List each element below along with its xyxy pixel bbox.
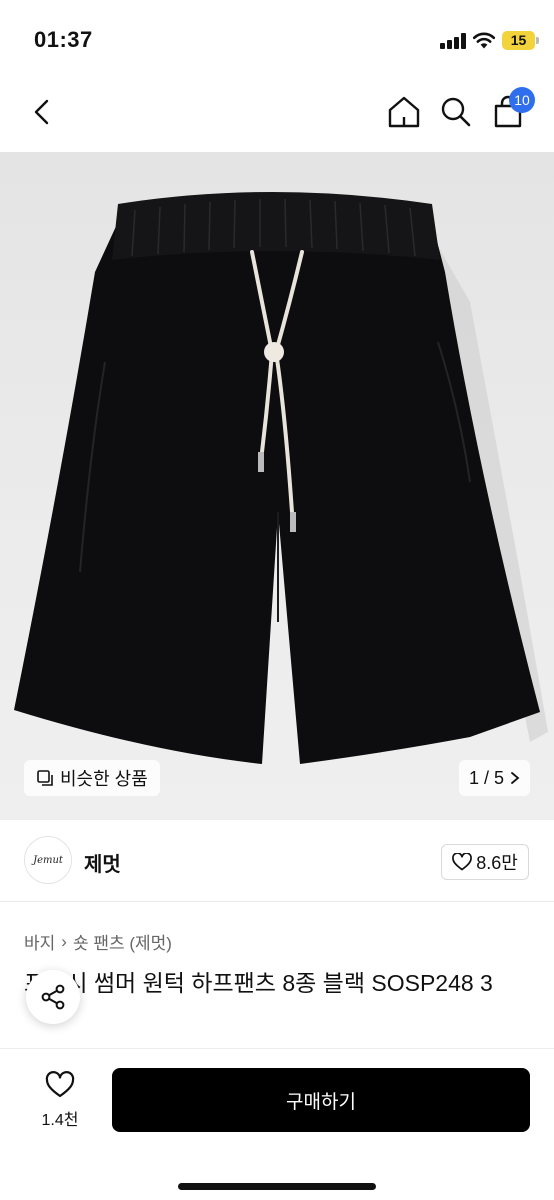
home-button[interactable]: [382, 90, 426, 134]
product-title: 프리시 썸머 원턱 하프팬츠 8종 블랙 SOSP248 3: [24, 970, 493, 996]
brand-like-button[interactable]: 8.6만: [441, 844, 529, 880]
signal-icon: [440, 33, 466, 49]
product-image-carousel[interactable]: 비슷한 상품 1 / 5: [0, 152, 554, 820]
wishlist-button[interactable]: 1.4천: [30, 1071, 90, 1131]
product-image: [14, 192, 548, 764]
cart-button[interactable]: 10: [486, 87, 535, 134]
breadcrumb-separator: ›: [61, 931, 67, 951]
nav-bar: 10: [0, 80, 554, 152]
image-pager[interactable]: 1 / 5: [459, 760, 531, 796]
brand-logo[interactable]: Jemut: [24, 836, 72, 884]
status-bar: 01:37 15: [0, 0, 554, 80]
buy-button[interactable]: 구매하기: [112, 1068, 530, 1132]
home-icon: [388, 96, 420, 128]
breadcrumb-level1[interactable]: 바지: [24, 929, 55, 954]
search-icon: [441, 97, 471, 127]
brand-like-count: 8.6만: [476, 853, 518, 873]
brand-logo-text: Jemut: [33, 854, 63, 866]
heart-icon: [45, 1071, 75, 1098]
battery-indicator: 15: [502, 31, 535, 50]
similar-items-button[interactable]: 비슷한 상품: [24, 760, 160, 796]
brand-row: Jemut 제멋 8.6만: [0, 820, 554, 902]
breadcrumb-level2[interactable]: 숏 팬츠 (제멋): [73, 929, 172, 954]
back-button[interactable]: [20, 90, 64, 134]
breadcrumb: 바지 › 숏 팬츠 (제멋): [24, 929, 172, 954]
share-icon: [41, 984, 65, 1010]
similar-items-label: 비슷한 상품: [60, 769, 148, 789]
status-time: 01:37: [34, 27, 93, 52]
home-indicator: [178, 1183, 376, 1190]
image-pager-label: 1 / 5: [469, 767, 505, 788]
battery-tip: [536, 37, 539, 44]
heart-icon: [452, 853, 473, 871]
copy-icon: [37, 770, 53, 786]
share-button[interactable]: [26, 970, 80, 1024]
search-button[interactable]: [434, 90, 478, 134]
bottom-action-bar: 1.4천 구매하기: [0, 1048, 554, 1200]
wishlist-count: 1.4천: [41, 1112, 79, 1129]
brand-name[interactable]: 제멋: [84, 848, 121, 877]
cart-badge: 10: [509, 87, 535, 113]
chevron-left-icon: [34, 99, 49, 125]
wifi-icon: [472, 32, 496, 49]
chevron-right-icon: [511, 772, 520, 784]
